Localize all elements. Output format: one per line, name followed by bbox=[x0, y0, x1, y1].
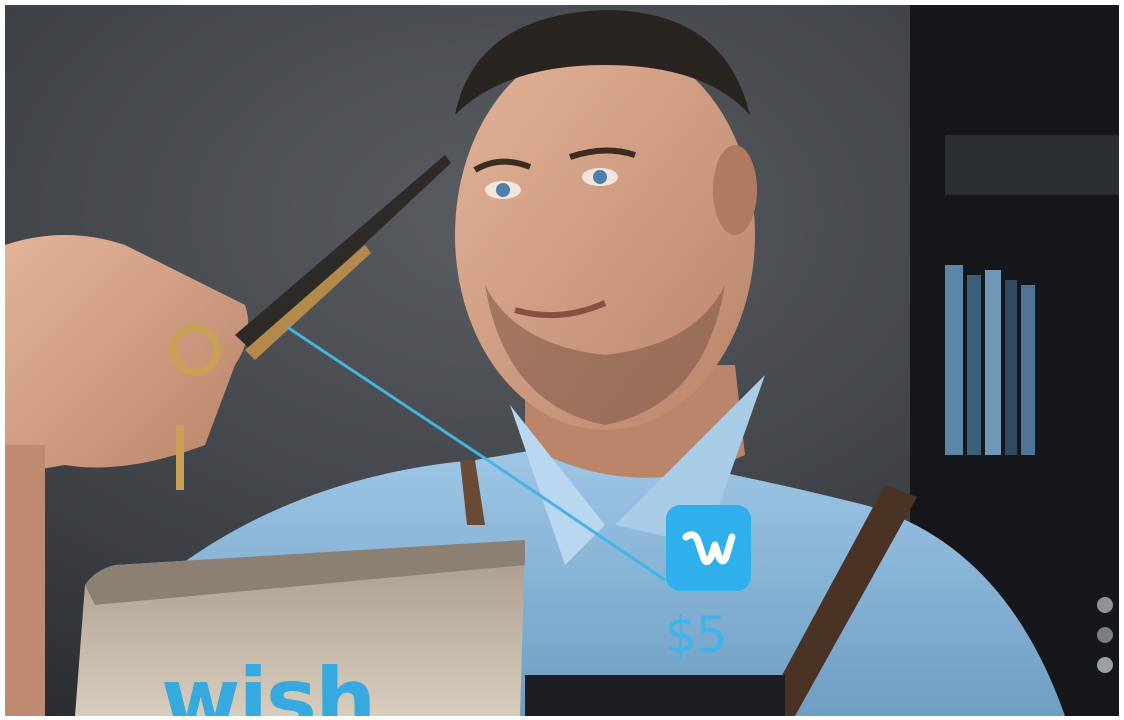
wish-app-icon bbox=[666, 505, 751, 591]
ear bbox=[713, 145, 757, 235]
wish-w-logo-icon bbox=[682, 531, 735, 566]
video-frame: wish $5 bbox=[5, 5, 1119, 716]
forearm bbox=[5, 445, 45, 716]
iris-right bbox=[593, 170, 607, 184]
apron bbox=[525, 675, 785, 716]
iris-left bbox=[496, 183, 510, 197]
box-brand-text: wish bbox=[161, 650, 376, 716]
scene-image bbox=[5, 5, 1119, 716]
price-label: $5 bbox=[665, 606, 728, 664]
